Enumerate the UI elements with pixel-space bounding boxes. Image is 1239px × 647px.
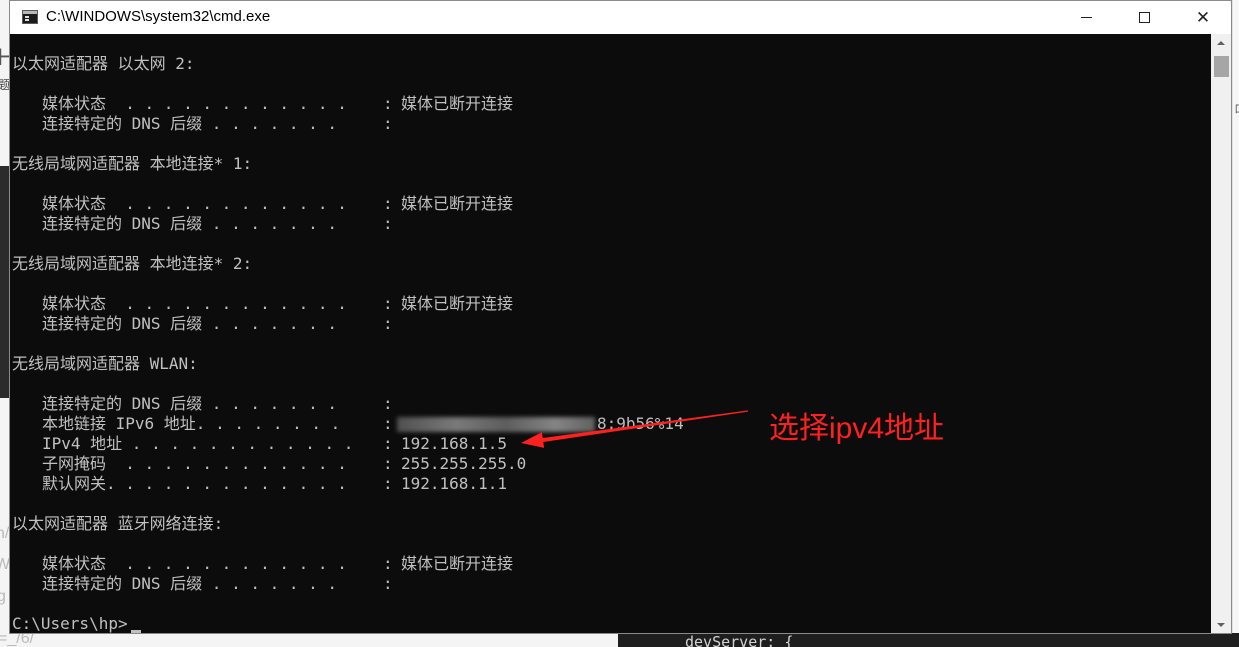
console-line: 本地链接 IPv6 地址. . . . . . . .: 8:9b56%14: [10, 414, 1211, 434]
adapter-header: 以太网适配器 蓝牙网络连接:: [12, 514, 224, 533]
background-window-right: ロ: [1232, 0, 1239, 633]
background-text-fragment: n/: [0, 525, 10, 542]
background-code-editor: devServer: {: [618, 633, 1239, 647]
adapter-header: 无线局域网适配器 WLAN:: [12, 354, 198, 373]
field-label: 连接特定的 DNS 后缀 . . . . . . .: [42, 574, 338, 593]
console-line: 无线局域网适配器 本地连接* 2:: [10, 254, 1211, 274]
field-colon: :: [383, 214, 393, 233]
field-label: 媒体状态 . . . . . . . . . . . .: [42, 94, 347, 113]
console-lines: 以太网适配器 以太网 2: 媒体状态 . . . . . . . . . . .…: [10, 54, 1211, 633]
field-label: 连接特定的 DNS 后缀 . . . . . . .: [42, 314, 338, 333]
console-line: 以太网适配器 以太网 2:: [10, 54, 1211, 74]
adapter-header: 无线局域网适配器 本地连接* 1:: [12, 154, 253, 173]
scrollbar-thumb[interactable]: [1214, 56, 1229, 77]
field-value: 媒体已断开连接: [401, 194, 514, 213]
cmd-icon[interactable]: [22, 10, 38, 24]
command-prompt-line[interactable]: C:\Users\hp>: [10, 614, 1211, 633]
desktop: H 题 n/ W g =_/6/ ロ devServer: { C:\WINDO…: [0, 0, 1239, 647]
field-colon: :: [383, 474, 393, 493]
field-colon: :: [383, 414, 393, 433]
vertical-scrollbar[interactable]: [1211, 34, 1231, 633]
field-colon: :: [383, 294, 393, 313]
ipv4-value: 192.168.1.5: [401, 434, 507, 453]
ipv4-label: IPv4 地址 . . . . . . . . . . . .: [42, 434, 354, 453]
console-line: 连接特定的 DNS 后缀 . . . . . . .:: [10, 574, 1211, 594]
subnet-mask-value: 255.255.255.0: [401, 454, 527, 473]
background-text-fragment: g: [0, 588, 6, 605]
console-line: 媒体状态 . . . . . . . . . . . .: 媒体已断开连接: [10, 554, 1211, 574]
editor-code-line: devServer: {: [685, 633, 794, 647]
console-line: 连接特定的 DNS 后缀 . . . . . . .:: [10, 114, 1211, 134]
console-line: 以太网适配器 蓝牙网络连接:: [10, 514, 1211, 534]
minimize-icon: [1080, 17, 1092, 18]
console-line: 连接特定的 DNS 后缀 . . . . . . .:: [10, 214, 1211, 234]
background-text-fragment: ロ: [1234, 100, 1239, 117]
console-line: 无线局域网适配器 WLAN:: [10, 354, 1211, 374]
field-colon: :: [383, 94, 393, 113]
close-button[interactable]: ✕: [1180, 1, 1226, 34]
field-label: 媒体状态 . . . . . . . . . . . .: [42, 194, 347, 213]
ipv6-value-visible-part: 8:9b56%14: [597, 414, 684, 433]
field-colon: :: [383, 394, 393, 413]
command-prompt[interactable]: C:\Users\hp>: [12, 614, 128, 633]
adapter-header: 无线局域网适配器 本地连接* 2:: [12, 254, 253, 273]
window-title: C:\WINDOWS\system32\cmd.exe: [46, 8, 271, 25]
chevron-down-icon: [1217, 622, 1225, 627]
field-label: 媒体状态 . . . . . . . . . . . .: [42, 294, 347, 313]
field-colon: :: [383, 114, 393, 133]
field-colon: :: [383, 574, 393, 593]
default-gateway-value: 192.168.1.1: [401, 474, 507, 493]
maximize-button[interactable]: [1121, 1, 1167, 34]
subnet-mask-label: 子网掩码 . . . . . . . . . . . .: [42, 454, 347, 473]
adapter-header: 以太网适配器 以太网 2:: [12, 54, 195, 73]
field-colon: :: [383, 434, 393, 453]
field-label: 连接特定的 DNS 后缀 . . . . . . .: [42, 214, 338, 233]
scroll-up-button[interactable]: [1211, 34, 1231, 51]
close-icon: ✕: [1195, 7, 1211, 28]
field-label: 媒体状态 . . . . . . . . . . . .: [42, 554, 347, 573]
field-label: 连接特定的 DNS 后缀 . . . . . . .: [42, 114, 338, 133]
field-colon: :: [383, 554, 393, 573]
default-gateway-label: 默认网关. . . . . . . . . . . . .: [42, 474, 347, 493]
field-colon: :: [383, 454, 393, 473]
title-bar[interactable]: C:\WINDOWS\system32\cmd.exe ✕: [10, 1, 1231, 34]
chevron-up-icon: [1217, 40, 1225, 45]
maximize-icon: [1138, 12, 1150, 23]
field-label: 本地链接 IPv6 地址. . . . . . . .: [42, 414, 341, 433]
console-line: 媒体状态 . . . . . . . . . . . .: 媒体已断开连接: [10, 194, 1211, 214]
text-cursor: [131, 630, 141, 633]
console-line: 无线局域网适配器 本地连接* 1:: [10, 154, 1211, 174]
field-colon: :: [383, 314, 393, 333]
annotation-label: 选择ipv4地址: [769, 412, 945, 445]
console-line: 媒体状态 . . . . . . . . . . . .: 媒体已断开连接: [10, 294, 1211, 314]
field-label: 连接特定的 DNS 后缀 . . . . . . .: [42, 394, 338, 413]
console-line: 媒体状态 . . . . . . . . . . . .: 媒体已断开连接: [10, 94, 1211, 114]
minimize-button[interactable]: [1063, 1, 1109, 34]
field-colon: :: [383, 194, 393, 213]
cmd-window: C:\WINDOWS\system32\cmd.exe ✕ 以太网适配器 以太网…: [9, 0, 1232, 634]
console-line: 默认网关. . . . . . . . . . . . .:192.168.1.…: [10, 474, 1211, 494]
console-line: 子网掩码 . . . . . . . . . . . .:255.255.255…: [10, 454, 1211, 474]
field-value: 媒体已断开连接: [401, 294, 514, 313]
console-line: IPv4 地址 . . . . . . . . . . . .:192.168.…: [10, 434, 1211, 454]
console-output[interactable]: 以太网适配器 以太网 2: 媒体状态 . . . . . . . . . . .…: [10, 34, 1211, 633]
redacted-ipv6-blur: [397, 417, 595, 432]
console-line: 连接特定的 DNS 后缀 . . . . . . .:: [10, 394, 1211, 414]
field-value: 媒体已断开连接: [401, 554, 514, 573]
field-value: 媒体已断开连接: [401, 94, 514, 113]
scroll-down-button[interactable]: [1211, 616, 1231, 633]
console-line: 连接特定的 DNS 后缀 . . . . . . .:: [10, 314, 1211, 334]
